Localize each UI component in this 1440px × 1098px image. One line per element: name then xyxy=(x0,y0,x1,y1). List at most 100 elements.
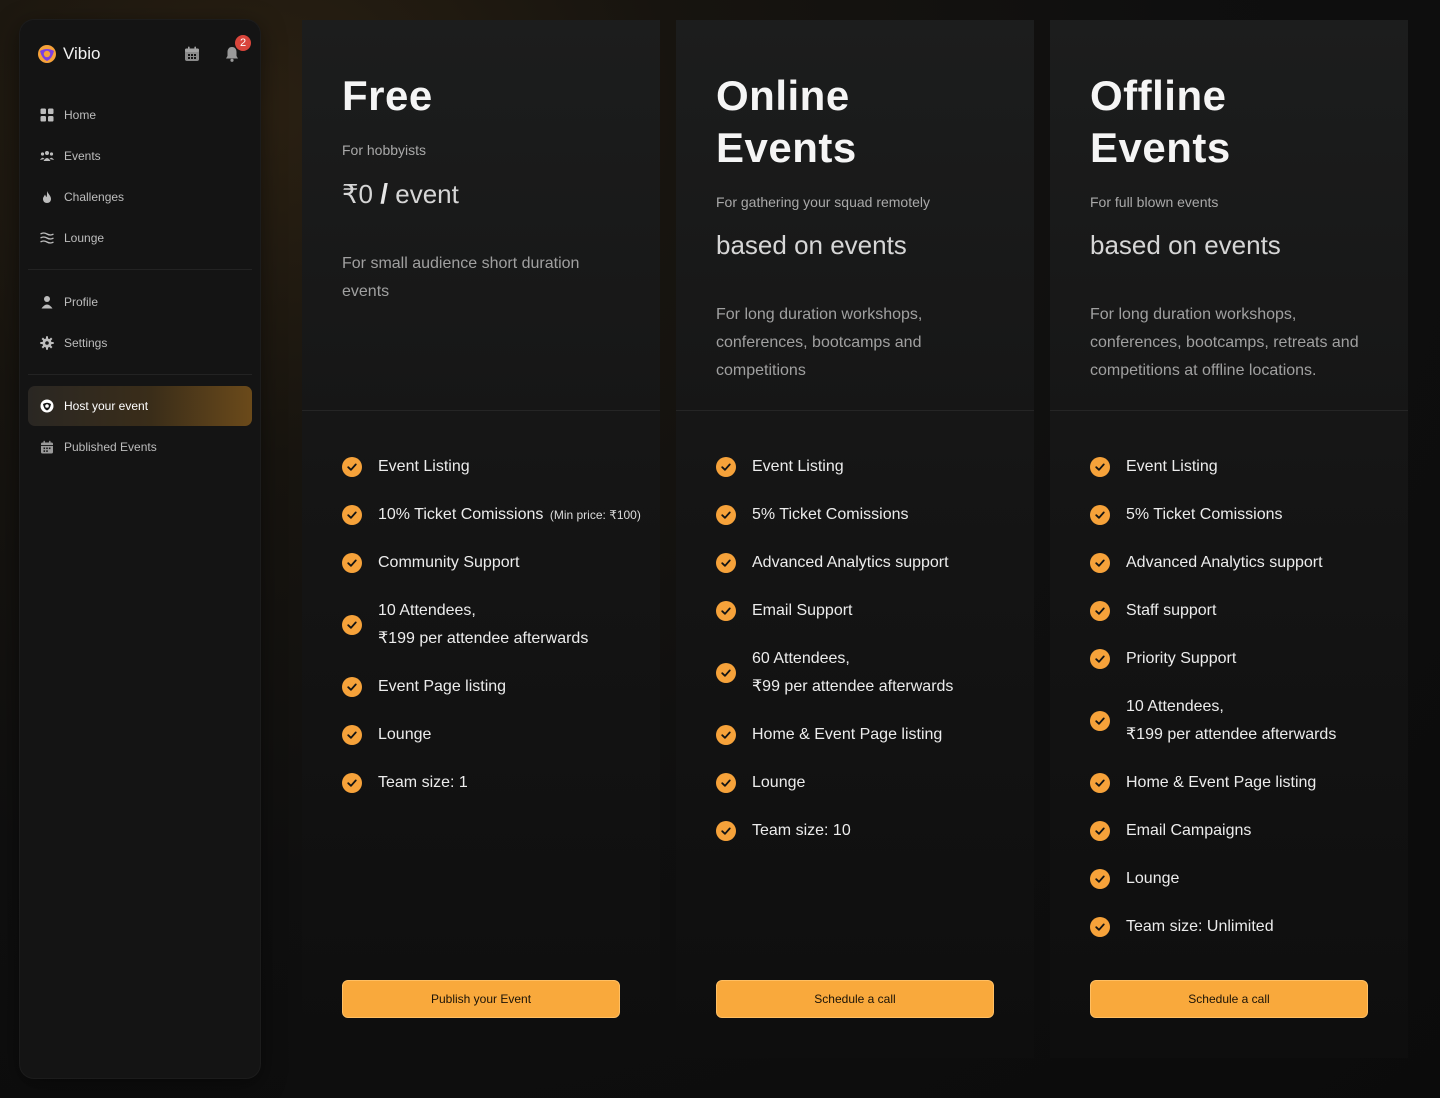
feature-item: Home & Event Page listing xyxy=(716,721,1034,749)
check-icon xyxy=(716,773,736,793)
check-icon xyxy=(716,663,736,683)
plan-price: based on events xyxy=(1090,230,1281,260)
plan-description: For long duration workshops, conferences… xyxy=(1090,306,1359,379)
feature-label: Event Listing xyxy=(1126,458,1218,475)
feature-label: 10 Attendees, xyxy=(1126,698,1224,715)
feature-item: 5% Ticket Comissions xyxy=(1090,501,1408,529)
sidebar-item-events[interactable]: Events xyxy=(28,135,252,176)
check-icon xyxy=(1090,821,1110,841)
sidebar-item-lounge[interactable]: Lounge xyxy=(28,217,252,258)
check-icon xyxy=(716,601,736,621)
feature-label: Lounge xyxy=(1126,870,1180,887)
check-icon xyxy=(1090,505,1110,525)
grid-icon xyxy=(40,108,54,121)
check-icon xyxy=(1090,649,1110,669)
plan-subtitle: For hobbyists xyxy=(342,142,427,158)
feature-label-line2: ₹199 per attendee afterwards xyxy=(378,630,589,647)
publish-event-button[interactable]: Publish your Event xyxy=(342,980,620,1018)
user-icon xyxy=(41,295,53,308)
notifications-button[interactable]: 2 xyxy=(223,35,251,63)
feature-item: Event Listing xyxy=(716,453,1034,481)
check-icon xyxy=(716,505,736,525)
plan-header: Offline Events For full blown events bas… xyxy=(1050,20,1408,411)
feature-item: 60 Attendees, ₹99 per attendee afterwards xyxy=(716,645,1034,701)
feature-label: 60 Attendees, xyxy=(752,650,850,667)
brand-row: Vibio 2 xyxy=(28,20,252,88)
feature-item: Advanced Analytics support xyxy=(716,549,1034,577)
feature-label: 5% Ticket Comissions xyxy=(1126,506,1283,523)
sidebar-item-label: Profile xyxy=(64,294,99,309)
sidebar-item-label: Home xyxy=(64,107,97,122)
plan-header: Free For hobbyists ₹0 / event For small … xyxy=(302,20,660,411)
feature-item: Priority Support xyxy=(1090,645,1408,673)
check-icon xyxy=(716,725,736,745)
check-icon xyxy=(1090,917,1110,937)
sidebar-item-home[interactable]: Home xyxy=(28,94,252,135)
schedule-call-button[interactable]: Schedule a call xyxy=(716,980,994,1018)
people-icon xyxy=(40,150,54,161)
calendar-icon[interactable] xyxy=(183,45,201,63)
gear-icon xyxy=(40,335,54,350)
price-unit: event xyxy=(395,179,459,209)
sidebar: Vibio 2 Home Events Challenges Lounge Pr… xyxy=(20,20,260,1078)
feature-item: Event Listing xyxy=(342,453,660,481)
plan-price: ₹0 / event xyxy=(342,178,620,210)
schedule-call-button[interactable]: Schedule a call xyxy=(1090,980,1368,1018)
sidebar-item-profile[interactable]: Profile xyxy=(28,281,252,322)
header-actions: 2 xyxy=(183,35,251,63)
feature-label: Advanced Analytics support xyxy=(1126,554,1323,571)
feature-note: (Min price: ₹100) xyxy=(549,508,641,522)
feature-label: Home & Event Page listing xyxy=(752,726,943,743)
waves-icon xyxy=(40,231,54,244)
feature-label: Email Support xyxy=(752,602,853,619)
sidebar-item-host-your-event[interactable]: Host your event xyxy=(28,386,252,426)
feature-list: Event Listing 5% Ticket Comissions Advan… xyxy=(676,411,1034,845)
feature-item: Lounge xyxy=(1090,865,1408,893)
feature-label: Event Listing xyxy=(752,458,844,475)
feature-label: Team size: 10 xyxy=(752,822,851,839)
feature-item: Home & Event Page listing xyxy=(1090,769,1408,797)
check-icon xyxy=(716,821,736,841)
feature-item: Team size: 1 xyxy=(342,769,660,797)
feature-label: Home & Event Page listing xyxy=(1126,774,1317,791)
feature-label: Priority Support xyxy=(1126,650,1237,667)
sidebar-item-challenges[interactable]: Challenges xyxy=(28,176,252,217)
feature-label: Staff support xyxy=(1126,602,1217,619)
plan-description: For small audience short duration events xyxy=(342,255,580,300)
check-icon xyxy=(1090,601,1110,621)
feature-item: Event Listing xyxy=(1090,453,1408,481)
sidebar-item-label: Lounge xyxy=(64,230,105,245)
plan-subtitle: For full blown events xyxy=(1090,194,1219,210)
sidebar-item-label: Host your event xyxy=(64,399,149,413)
feature-label: Lounge xyxy=(378,726,432,743)
check-icon xyxy=(1090,457,1110,477)
feature-label: Event Listing xyxy=(378,458,470,475)
sidebar-item-settings[interactable]: Settings xyxy=(28,322,252,363)
sidebar-divider xyxy=(28,269,252,270)
feature-item: 10 Attendees, ₹199 per attendee afterward… xyxy=(1090,693,1408,749)
plan-card-online-events: Online Events For gathering your squad r… xyxy=(676,20,1034,1058)
feature-label: Email Campaigns xyxy=(1126,822,1252,839)
host-icon xyxy=(40,399,54,413)
sidebar-item-published-events[interactable]: Published Events xyxy=(28,426,252,467)
feature-item: Email Campaigns xyxy=(1090,817,1408,845)
feature-label: Event Page listing xyxy=(378,678,507,695)
feature-item: Lounge xyxy=(342,721,660,749)
check-icon xyxy=(342,615,362,635)
app-name[interactable]: Vibio xyxy=(63,44,101,64)
feature-label-line2: ₹99 per attendee afterwards xyxy=(752,678,954,695)
feature-item: 5% Ticket Comissions xyxy=(716,501,1034,529)
feature-item: Staff support xyxy=(1090,597,1408,625)
notification-badge: 2 xyxy=(235,35,251,51)
feature-item: Advanced Analytics support xyxy=(1090,549,1408,577)
check-icon xyxy=(1090,773,1110,793)
check-icon xyxy=(342,677,362,697)
feature-list: Event Listing 5% Ticket Comissions Advan… xyxy=(1050,411,1408,941)
flame-icon xyxy=(43,190,51,203)
plan-header: Online Events For gathering your squad r… xyxy=(676,20,1034,411)
check-icon xyxy=(342,505,362,525)
vibio-logo-icon[interactable] xyxy=(37,44,57,64)
feature-label-line2: ₹199 per attendee afterwards xyxy=(1126,726,1337,743)
feature-item: 10% Ticket Comissions (Min price: ₹100) xyxy=(342,501,660,529)
sidebar-item-label: Settings xyxy=(64,335,108,350)
